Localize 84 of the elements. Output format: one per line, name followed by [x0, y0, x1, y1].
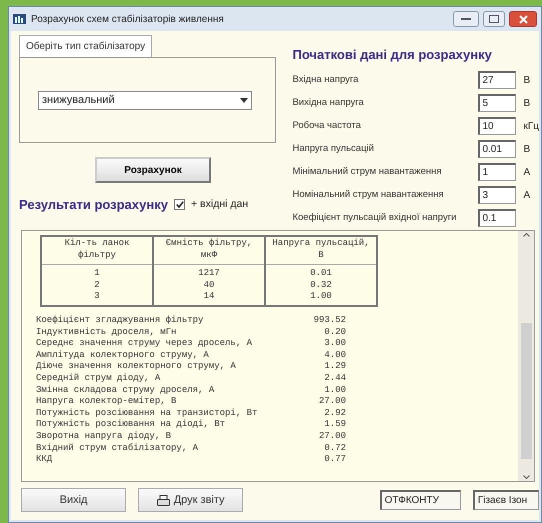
- result-value: 0.72: [323, 442, 346, 454]
- results-heading: Результати розрахунку: [19, 196, 168, 214]
- maximize-button[interactable]: [483, 11, 505, 27]
- result-label: ККД: [36, 454, 54, 466]
- result-value: 1.29: [323, 361, 346, 373]
- field-label: Вхідна напруга: [292, 72, 360, 87]
- status-field: Гізаєв Ізон: [472, 490, 539, 510]
- result-label: Діюче значення колекторного струму, А: [36, 361, 237, 373]
- table-cell: 1: [41, 264, 153, 280]
- result-label: Індуктивність дроселя, мГн: [36, 326, 178, 338]
- include-inputs-checkbox[interactable]: [174, 199, 185, 210]
- scroll-down-icon[interactable]: [522, 475, 530, 479]
- result-value: 1.59: [323, 419, 346, 431]
- unit-label: А: [523, 188, 530, 202]
- result-label: Амплітуда колекторного струму, А: [36, 350, 210, 362]
- table-cell: 3: [41, 291, 153, 306]
- result-value: 0.20: [323, 326, 346, 338]
- stabilizer-type-dropdown[interactable]: знижувальний: [38, 90, 252, 110]
- field-label: Вихідна напруга: [292, 96, 365, 110]
- app-icon: [13, 14, 26, 24]
- input-field[interactable]: 0.1: [478, 209, 516, 227]
- result-value: 1.00: [323, 384, 346, 396]
- result-label: Середнє значення струму через дросель, А: [36, 338, 254, 350]
- dropdown-caret-icon: [240, 98, 248, 102]
- maximize-icon: [489, 15, 499, 23]
- input-field[interactable]: 1: [478, 163, 516, 181]
- field-label: Номінальний струм навантаження: [292, 188, 445, 202]
- result-value: 27.00: [318, 396, 346, 408]
- field-label: Робоча частота: [292, 118, 362, 133]
- field-label: Мінімальний струм навантаження: [292, 164, 443, 179]
- close-button[interactable]: [509, 11, 537, 27]
- table-cell: 40: [153, 280, 265, 292]
- result-label: Зворотна напруга діоду, В: [36, 430, 172, 442]
- field-label: Напруга пульсацій: [292, 142, 375, 156]
- table-cell: 14: [153, 291, 265, 306]
- result-value: 4.00: [323, 350, 346, 362]
- result-value: 993.52: [312, 314, 346, 327]
- column-header: Ємність фільтру, мкФ: [153, 236, 265, 265]
- window-title: Розрахунок схем стабілізаторів живлення: [31, 12, 224, 26]
- scroll-up-icon[interactable]: [522, 233, 530, 237]
- result-label: Змінна складова струму дроселя, А: [36, 384, 216, 396]
- table-cell: 0.01: [265, 264, 377, 280]
- result-label: Потужність розсіювання на діоді, Вт: [36, 419, 226, 431]
- result-value: 2.44: [323, 372, 346, 385]
- scroll-thumb[interactable]: [520, 323, 532, 459]
- result-label: Потужність розсіювання на транзисторі, Вт: [36, 408, 258, 420]
- input-field[interactable]: 0.01: [478, 140, 516, 158]
- minimize-button[interactable]: [453, 11, 479, 27]
- unit-label: кГц: [523, 120, 539, 134]
- table-cell: 1.00: [265, 291, 377, 306]
- input-field[interactable]: 27: [478, 71, 516, 89]
- result-value: 27.00: [318, 430, 346, 442]
- checkmark-icon: [176, 201, 184, 208]
- input-field[interactable]: 5: [478, 94, 516, 112]
- inputs-heading: Початкові дані для розрахунку: [292, 46, 493, 64]
- column-header: Напруга пульсацій, В: [265, 236, 377, 265]
- close-icon: [518, 14, 528, 24]
- table-cell: 0.32: [265, 280, 377, 292]
- minimize-icon: [461, 17, 471, 21]
- unit-label: В: [523, 74, 530, 88]
- field-label: Коефіцієнт пульсацій вхідної напруги: [292, 210, 458, 225]
- result-label: Напруга колектор-емітер, В: [36, 396, 178, 408]
- table-cell: 2: [41, 280, 153, 292]
- result-value: 0.77: [323, 454, 346, 466]
- calculate-button[interactable]: Розрахунок: [95, 157, 211, 183]
- table-cell: 1217: [153, 264, 265, 280]
- result-value: 3.00: [323, 338, 346, 350]
- column-header: Кіл-ть ланок фільтру: [41, 236, 153, 265]
- exit-button[interactable]: Вихід: [21, 488, 126, 512]
- status-field: ОТФКОНТУ: [380, 490, 461, 510]
- printer-icon: [156, 494, 170, 506]
- unit-label: В: [523, 96, 530, 110]
- result-value: 2.92: [323, 408, 346, 420]
- checkbox-label: + вхідні дан: [191, 196, 248, 212]
- result-label: Коефіцієнт згладжування фільтру: [36, 314, 204, 327]
- stabilizer-type-tab[interactable]: Оберіть тип стабілізатору: [19, 35, 152, 57]
- unit-label: В: [523, 142, 530, 156]
- unit-label: А: [523, 166, 530, 180]
- scrollbar[interactable]: [518, 231, 534, 481]
- result-label: Середній струм діоду, А: [36, 372, 162, 385]
- input-field[interactable]: 10: [478, 117, 516, 135]
- print-button[interactable]: Друк звіту: [138, 488, 244, 512]
- input-field[interactable]: 3: [478, 186, 516, 204]
- result-label: Вхідний струм стабілізатору, А: [36, 442, 200, 454]
